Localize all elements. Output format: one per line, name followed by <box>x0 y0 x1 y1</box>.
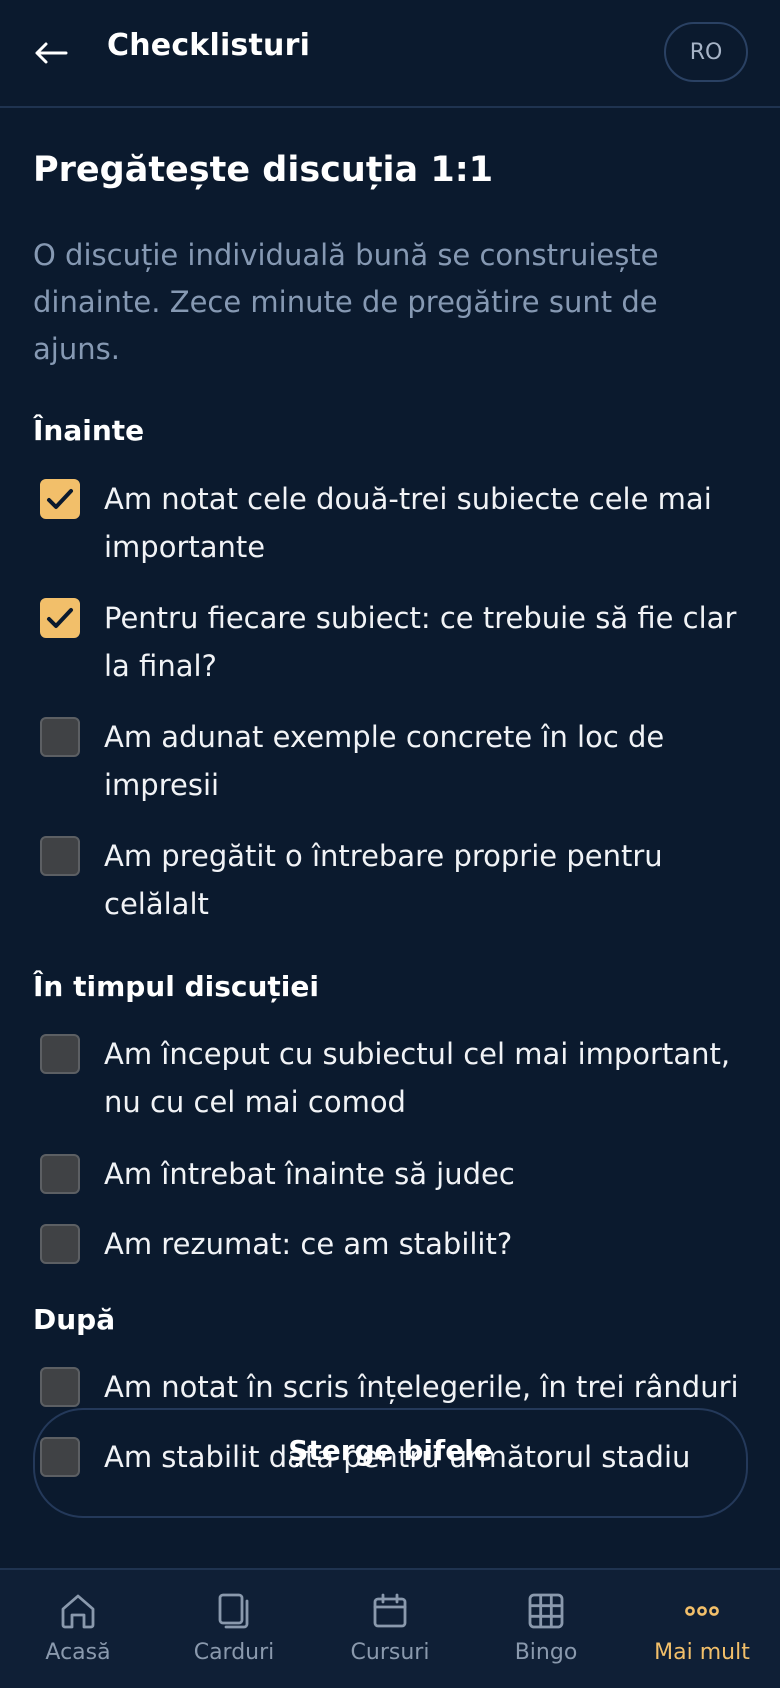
cards-icon <box>218 1593 249 1629</box>
item-label: Am pregătit o întrebare proprie pentru c… <box>104 839 663 921</box>
nav-label: Acasă <box>45 1640 111 1665</box>
item-label: Am adunat exemple concrete în loc de imp… <box>104 720 665 802</box>
checkbox-unchecked[interactable] <box>40 1367 80 1407</box>
calendar-icon <box>373 1593 407 1628</box>
grid-icon <box>528 1593 564 1629</box>
checkbox-checked[interactable] <box>40 598 80 638</box>
item-label: Am notat în scris înțelegerile, în trei … <box>104 1370 739 1404</box>
arrow-left-icon <box>35 42 68 64</box>
item-label: Pentru fiecare subiect: ce trebuie să fi… <box>104 601 737 683</box>
checkbox-checked[interactable] <box>40 479 80 519</box>
header-title: Checklisturi <box>107 28 311 63</box>
back-button[interactable] <box>28 30 74 76</box>
item-label: Am început cu subiectul cel mai importan… <box>104 1037 731 1119</box>
section-title-in-timpul: În timpul discuției <box>33 970 319 1003</box>
checklist-item[interactable]: Am rezumat: ce am stabilit? <box>40 1220 760 1268</box>
checkbox-unchecked[interactable] <box>40 1224 80 1264</box>
nav-item-courses[interactable]: Cursuri <box>312 1570 468 1688</box>
section-title-inainte: Înainte <box>33 414 145 447</box>
checklist-item[interactable]: Am adunat exemple concrete în loc de imp… <box>40 713 760 809</box>
checkbox-unchecked[interactable] <box>40 717 80 757</box>
nav-label: Carduri <box>193 1640 275 1665</box>
nav-item-more[interactable]: Mai mult <box>624 1570 780 1688</box>
language-button[interactable]: RO <box>664 22 748 82</box>
checklist-item[interactable]: Am notat cele două-trei subiecte cele ma… <box>40 475 760 571</box>
checklist-item[interactable]: Am început cu subiectul cel mai importan… <box>40 1030 760 1126</box>
item-label: Am întrebat înainte să judec <box>104 1157 515 1191</box>
bottom-nav: Acasă Carduri Cursuri Bingo Mai mult <box>0 1568 780 1688</box>
app-screen: Checklisturi RO Pregătește discuția 1:1 … <box>0 0 780 1688</box>
item-label: Am notat cele două-trei subiecte cele ma… <box>104 482 712 564</box>
checklist-item[interactable]: Am notat în scris înțelegerile, în trei … <box>40 1363 760 1411</box>
top-bar: Checklisturi RO <box>0 0 780 108</box>
nav-label: Cursuri <box>350 1640 430 1665</box>
section-title-dupa: După <box>33 1303 116 1336</box>
nav-label: Bingo <box>514 1640 578 1665</box>
nav-item-bingo[interactable]: Bingo <box>468 1570 624 1688</box>
checklist-content[interactable]: Pregătește discuția 1:1 O discuție indiv… <box>0 110 780 1568</box>
nav-label: Mai mult <box>654 1640 750 1665</box>
clear-checks-button[interactable]: Șterge bifele <box>33 1408 748 1518</box>
page-title: Pregătește discuția 1:1 <box>33 150 494 190</box>
more-icon <box>685 1606 719 1616</box>
checklist-item[interactable]: Pentru fiecare subiect: ce trebuie să fi… <box>40 594 760 690</box>
page-description: O discuție individuală bună se construie… <box>33 238 659 366</box>
nav-item-home[interactable]: Acasă <box>0 1570 156 1688</box>
item-label: Am rezumat: ce am stabilit? <box>104 1227 513 1261</box>
checkbox-unchecked[interactable] <box>40 1154 80 1194</box>
nav-item-cards[interactable]: Carduri <box>156 1570 312 1688</box>
home-icon <box>61 1594 95 1629</box>
checkmark-icon <box>47 489 73 509</box>
checkbox-unchecked[interactable] <box>40 836 80 876</box>
checkmark-icon <box>47 608 73 628</box>
checklist-item[interactable]: Am întrebat înainte să judec <box>40 1150 760 1198</box>
checkbox-unchecked[interactable] <box>40 1034 80 1074</box>
checklist-item[interactable]: Am pregătit o întrebare proprie pentru c… <box>40 832 760 928</box>
